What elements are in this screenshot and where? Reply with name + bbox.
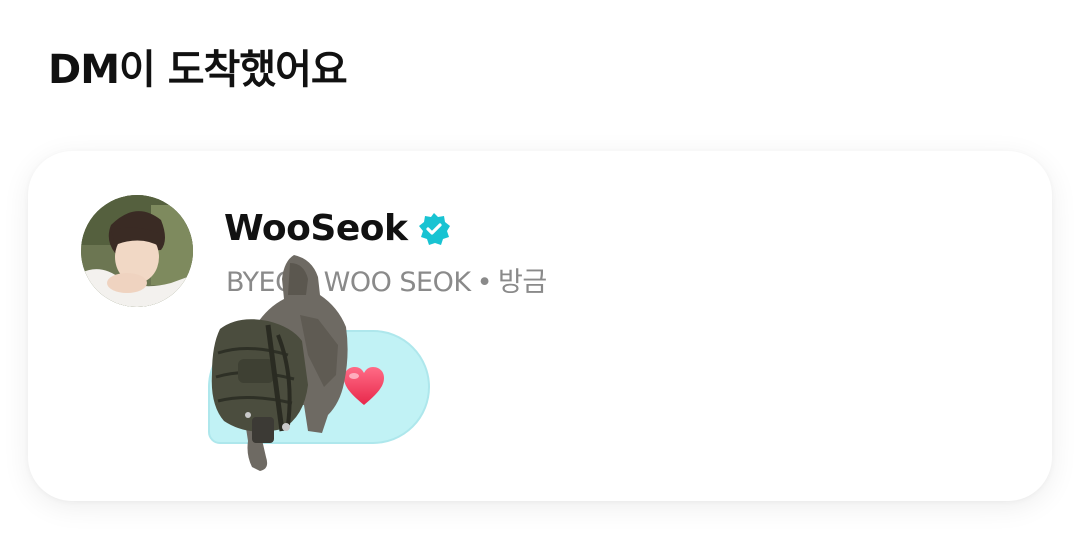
sender-name[interactable]: WooSeok — [224, 207, 408, 251]
sender-row: WooSeok — [224, 207, 451, 251]
page-title: DM이 도착했어요 — [48, 47, 348, 93]
avatar[interactable] — [81, 195, 193, 307]
verified-badge-icon — [417, 212, 451, 246]
separator-dot: • — [476, 267, 493, 298]
backpack-sticker — [208, 255, 352, 473]
message-time: 방금 — [498, 267, 547, 298]
dm-notification-screen: DM이 도착했어요 WooSeok BYEON WOO SEOK • 방금 — [0, 0, 1080, 542]
dm-card[interactable]: WooSeok BYEON WOO SEOK • 방금 — [28, 151, 1052, 501]
avatar-image — [81, 195, 193, 307]
